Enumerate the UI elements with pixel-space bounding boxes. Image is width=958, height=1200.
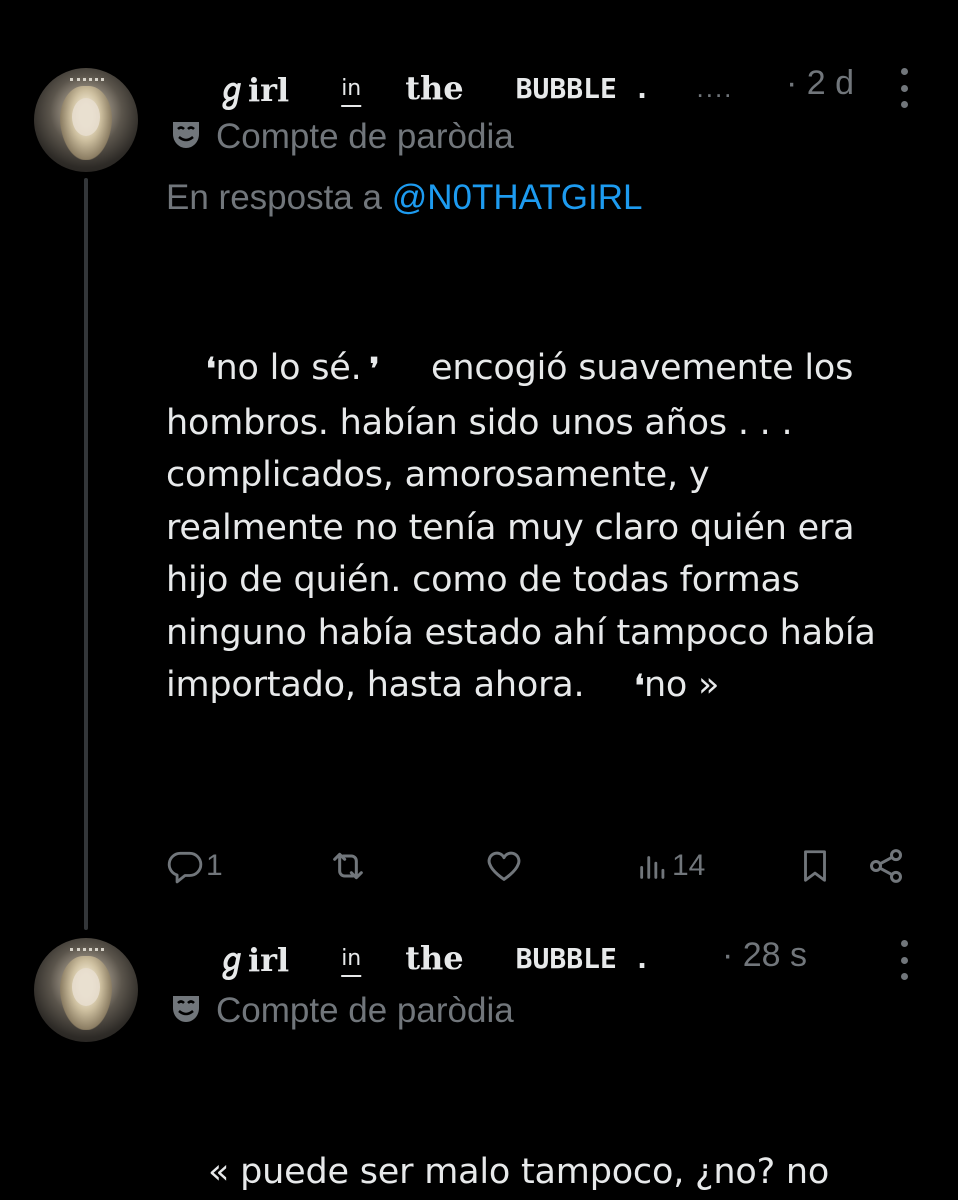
tweet1-avatar[interactable] — [34, 68, 138, 172]
share-icon — [866, 846, 906, 886]
views-button[interactable]: 14 — [636, 838, 705, 894]
tweet2-body: « puede ser malo tampoco, ¿no? no — [166, 1146, 829, 1199]
tweet2-more-icon[interactable] — [898, 940, 910, 980]
quote-close-mark: ❜ — [369, 352, 380, 387]
tweet1-body: ❛no lo sé. ❜ encogió suavemente los hombro… — [166, 342, 876, 714]
tweet1-parody-badge: Compte de paròdia — [168, 116, 514, 157]
share-button[interactable] — [866, 838, 906, 894]
name-part-bubble: BUBBLE . — [515, 941, 651, 975]
name-truncation: .... — [696, 72, 734, 103]
mask-icon — [168, 116, 204, 157]
like-icon — [484, 846, 524, 886]
tweet1-body-line-5: hijo de quién. como de todas formas — [166, 560, 800, 600]
views-icon — [636, 849, 670, 883]
reply-prefix: En resposta a — [166, 178, 382, 217]
retweet-icon — [328, 846, 368, 886]
parody-label: Compte de paròdia — [216, 990, 514, 1030]
like-button[interactable] — [484, 838, 524, 894]
reply-handle-link[interactable]: @N0THATGIRL — [392, 178, 643, 217]
tweet1-reply-context: En resposta a @N0THATGIRL — [166, 178, 642, 218]
tweet1-body-line-1: ❛no lo sé. ❜ encogió suavemente los — [206, 348, 854, 388]
name-part-the: the — [405, 939, 464, 977]
tweet2-parody-badge: Compte de paròdia — [168, 990, 514, 1031]
thread-connector-line — [84, 178, 88, 930]
tweet1-more-icon[interactable] — [898, 68, 910, 108]
tweet2-body-line-1: « puede ser malo tampoco, ¿no? no — [208, 1152, 830, 1192]
tweet2-avatar[interactable] — [34, 938, 138, 1042]
reply-count: 1 — [206, 849, 223, 882]
reply-icon — [166, 847, 204, 885]
name-part-in: in — [341, 945, 362, 971]
reply-button[interactable]: 1 — [166, 838, 223, 894]
name-part-in: in — [341, 75, 362, 101]
views-count: 14 — [672, 849, 706, 882]
name-part-girl: ℊirl — [216, 941, 290, 979]
name-part-the: the — [405, 69, 464, 107]
tweet1-display-name[interactable]: ℊirl in the BUBBLE . .... — [216, 66, 733, 110]
retweet-button[interactable] — [328, 838, 368, 894]
name-part-bubble: BUBBLE . — [515, 71, 651, 105]
quote-open-mark-2: ❛ — [634, 669, 644, 704]
tweet1-action-bar: 1 14 — [166, 838, 916, 894]
parody-label: Compte de paròdia — [216, 116, 514, 156]
mask-icon — [168, 990, 204, 1031]
tweet2-timestamp[interactable]: · 28 s — [722, 936, 807, 975]
tweet1-body-line-3: complicados, amorosamente, y — [166, 455, 710, 495]
tweet1-timestamp[interactable]: · 2 d — [786, 64, 854, 103]
tweet1-body-line-7: importado, hasta ahora. ❛no » — [166, 665, 720, 705]
tweet1-body-line-4: realmente no tenía muy claro quién era — [166, 507, 855, 548]
name-part-girl: ℊirl — [216, 71, 290, 109]
tweet1-body-line-6: ninguno había estado ahí tampoco había — [166, 612, 876, 653]
tweet2-display-name[interactable]: ℊirl in the BUBBLE . — [216, 936, 651, 980]
bookmark-button[interactable] — [796, 838, 834, 894]
tweet1-body-line-2: hombros. habían sido unos años . . . — [166, 402, 793, 443]
bookmark-icon — [796, 846, 834, 886]
